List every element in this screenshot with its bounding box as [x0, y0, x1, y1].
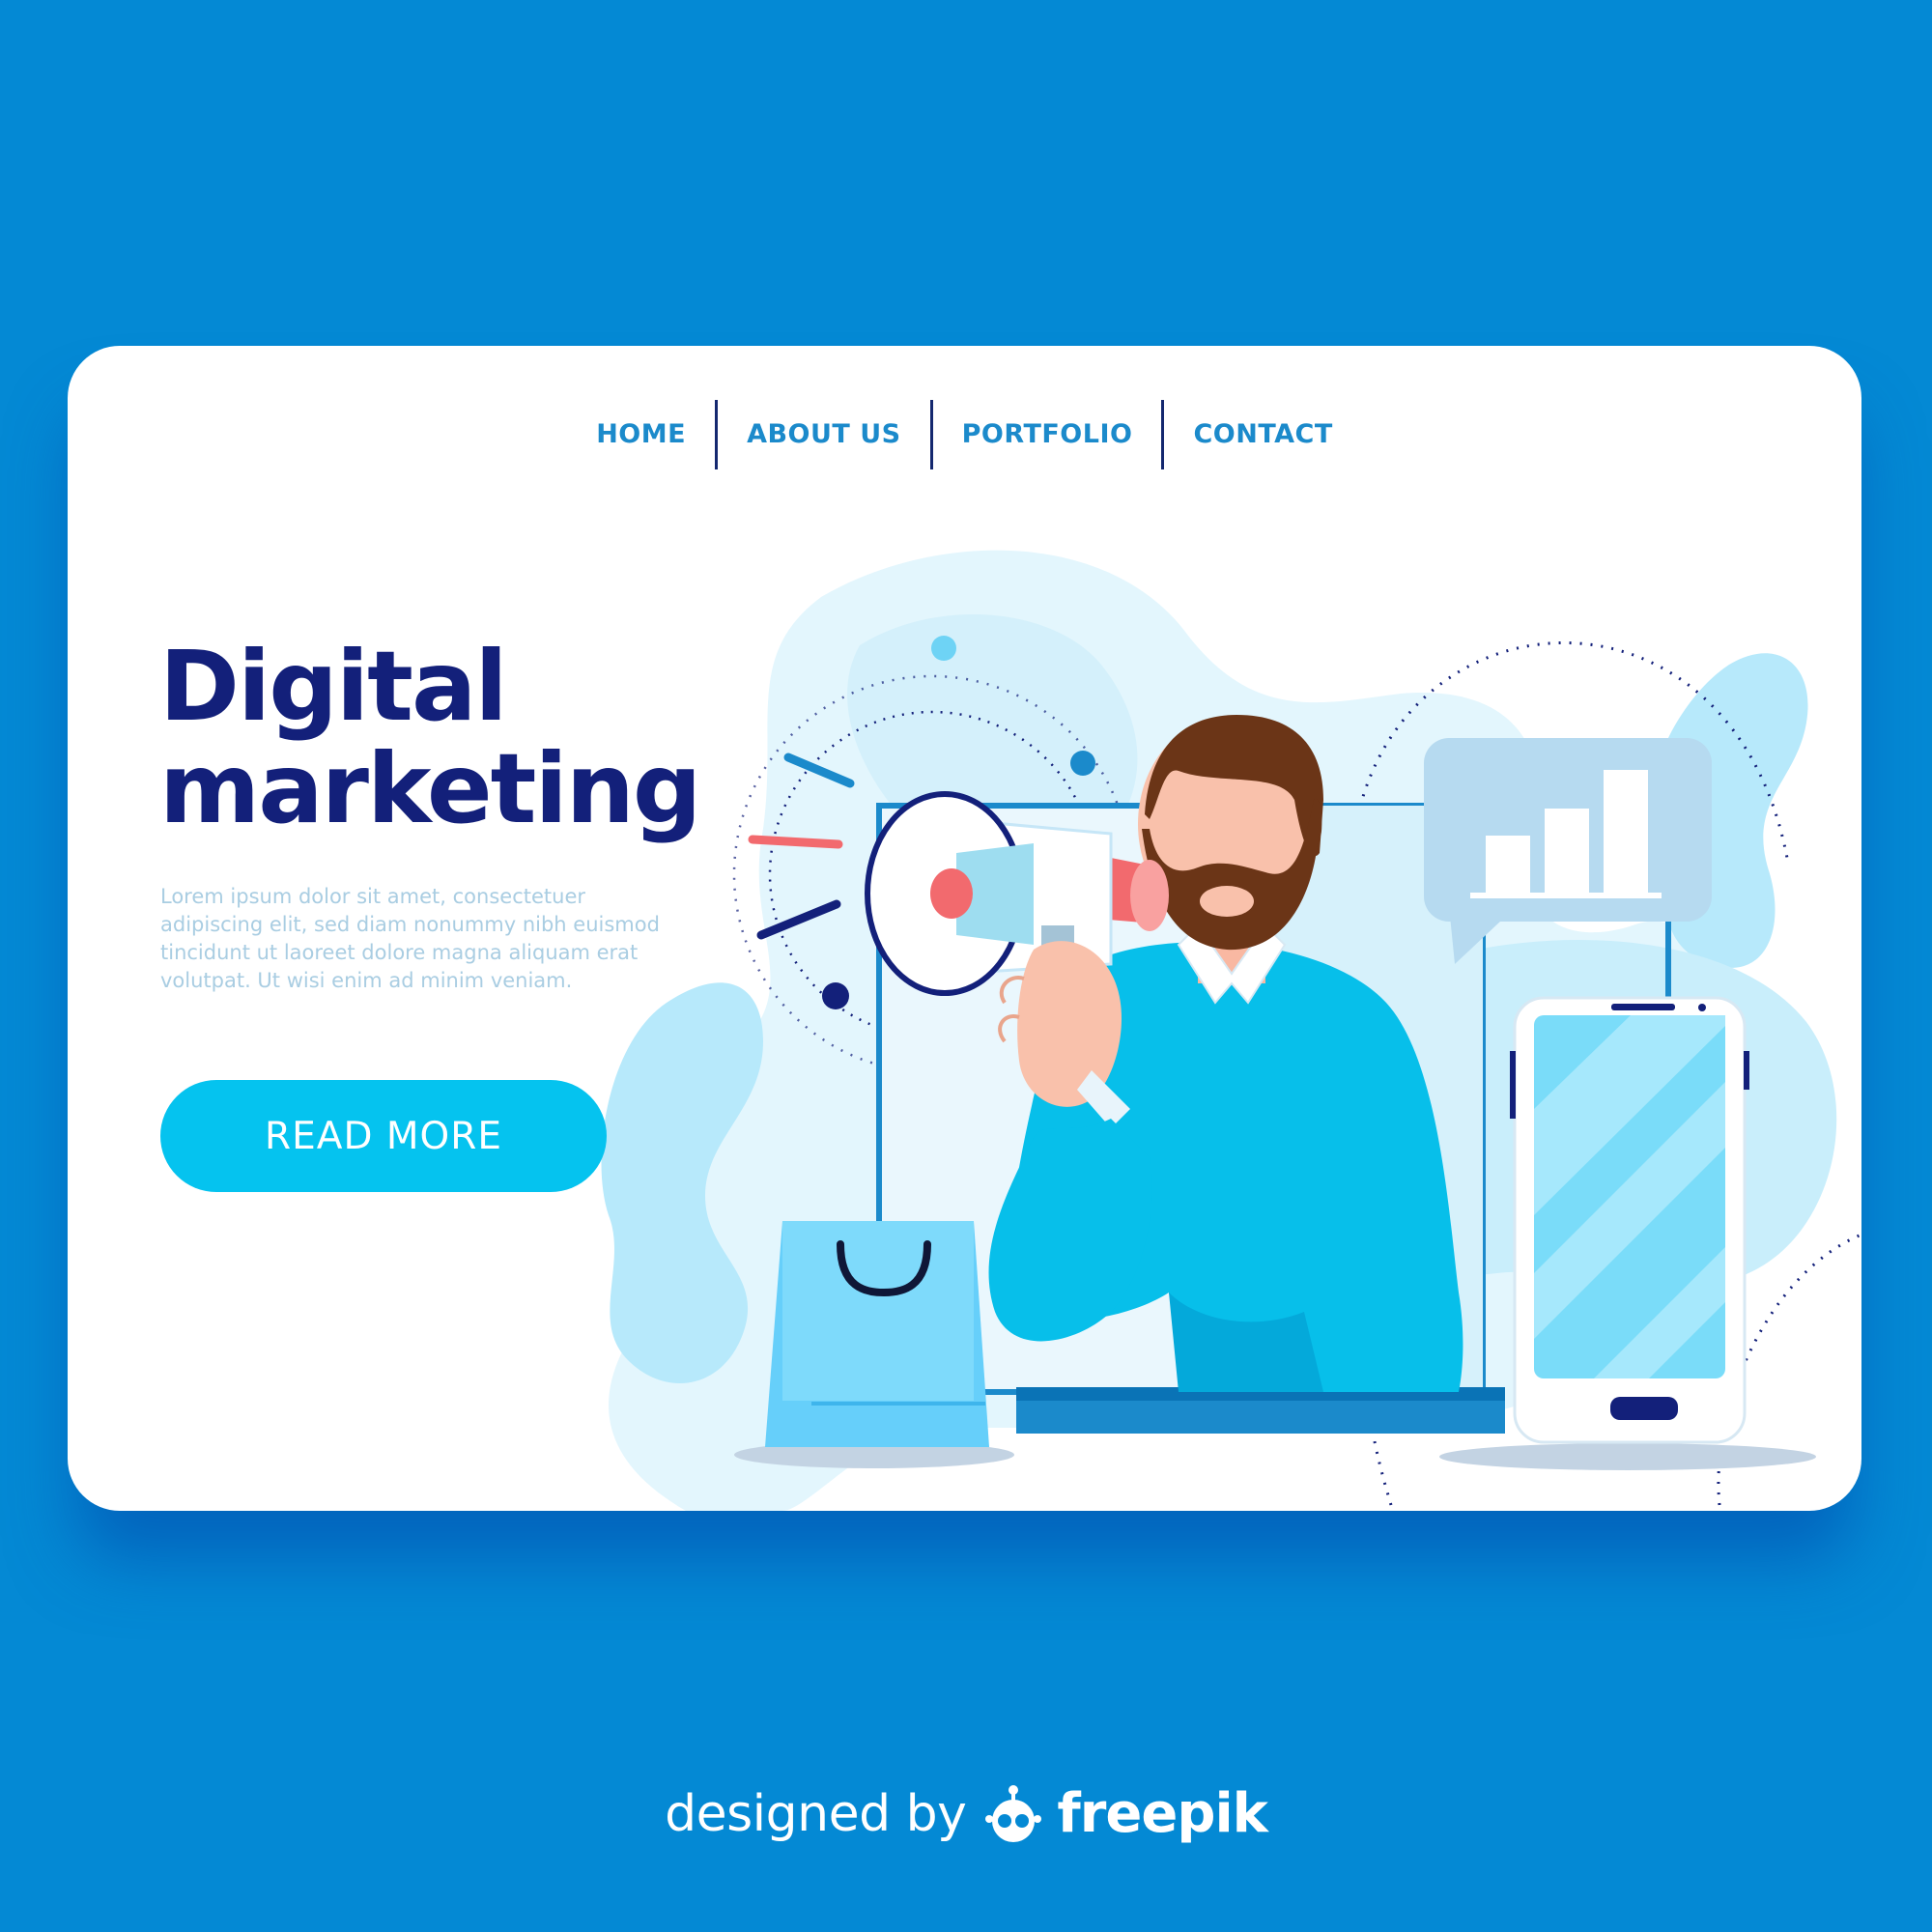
hero-title: Digital marketing — [159, 630, 701, 845]
hero-description: Lorem ipsum dolor sit amet, consectetuer… — [160, 885, 660, 992]
read-more-button[interactable]: READ MORE — [160, 1080, 607, 1192]
top-nav: HOME ABOUT US PORTFOLIO CONTACT — [68, 400, 1861, 469]
attribution-brand: freepik — [1057, 1782, 1267, 1845]
attribution: designed by freepik — [0, 1782, 1932, 1845]
nav-about-us-link[interactable]: ABOUT US — [718, 400, 930, 469]
nav-home-link[interactable]: HOME — [567, 400, 715, 469]
hero-title-line-2: marketing — [159, 732, 701, 845]
hero-title-line-1: Digital — [159, 630, 508, 743]
landing-card: HOME ABOUT US PORTFOLIO CONTACT Digital … — [68, 346, 1861, 1511]
attribution-prefix: designed by — [665, 1784, 967, 1843]
nav-contact-link[interactable]: CONTACT — [1164, 400, 1361, 469]
nav-portfolio-link[interactable]: PORTFOLIO — [933, 400, 1162, 469]
freepik-logo-icon — [985, 1784, 1042, 1842]
